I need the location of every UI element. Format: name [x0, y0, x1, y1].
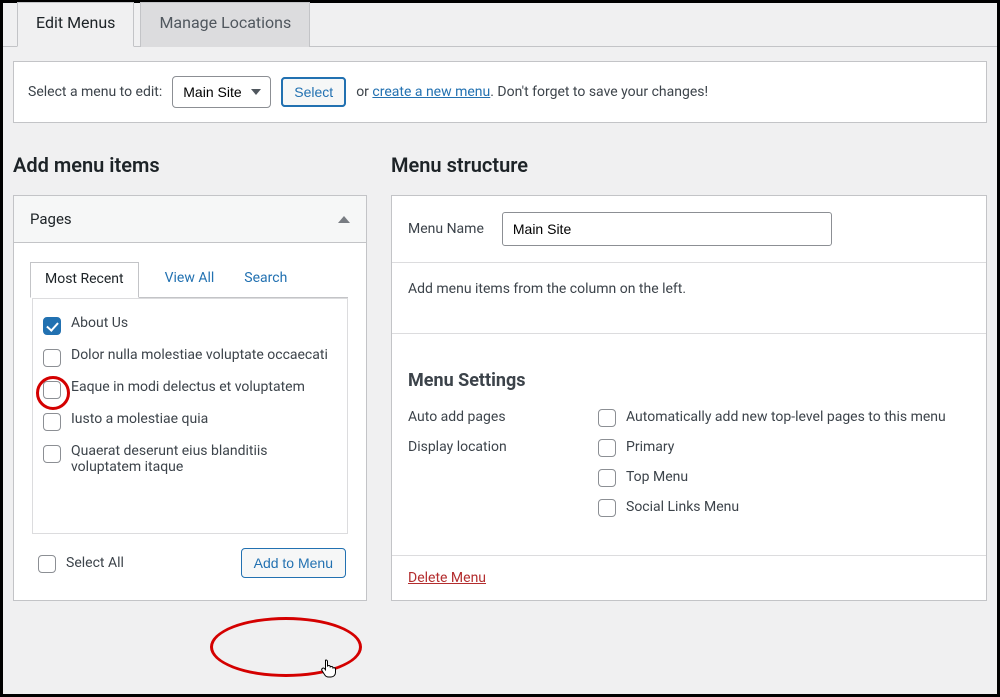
list-item[interactable]: Quaerat deserunt eius blanditiis volupta… — [39, 437, 341, 481]
select-bar-tail: or create a new menu. Don't forget to sa… — [356, 84, 708, 100]
select-all-label: Select All — [66, 555, 124, 571]
page-checkbox[interactable] — [43, 317, 61, 335]
menu-name-label: Menu Name — [408, 221, 484, 237]
menu-select-bar: Select a menu to edit: Main Site Select … — [13, 61, 987, 123]
menu-empty-hint: Add menu items from the column on the le… — [408, 281, 970, 297]
list-item[interactable]: Eaque in modi delectus et voluptatem — [39, 373, 341, 405]
page-checkbox[interactable] — [43, 349, 61, 367]
subtab-search[interactable]: Search — [240, 262, 291, 298]
menu-structure-title: Menu structure — [391, 153, 987, 177]
auto-add-pages-label: Auto add pages — [408, 407, 598, 425]
pages-accordion-header[interactable]: Pages — [14, 196, 366, 243]
annotation-ellipse-icon — [210, 617, 362, 677]
tab-manage-locations[interactable]: Manage Locations — [140, 2, 310, 47]
create-new-menu-link[interactable]: create a new menu — [372, 84, 490, 100]
page-checkbox[interactable] — [43, 381, 61, 399]
menu-name-input[interactable] — [502, 212, 832, 246]
select-menu-label: Select a menu to edit: — [28, 84, 162, 100]
menu-settings-title: Menu Settings — [408, 370, 970, 391]
pages-list[interactable]: About Us Dolor nulla molestiae voluptate… — [32, 298, 348, 534]
subtab-view-all[interactable]: View All — [161, 262, 219, 298]
display-location-label: Display location — [408, 437, 598, 455]
add-menu-items-title: Add menu items — [13, 153, 367, 177]
list-item[interactable]: Dolor nulla molestiae voluptate occaecat… — [39, 341, 341, 373]
pages-accordion: Pages Most Recent View All Search About … — [13, 195, 367, 601]
location-topmenu-checkbox[interactable] — [598, 469, 616, 487]
cursor-hand-icon — [320, 658, 338, 682]
add-to-menu-button[interactable]: Add to Menu — [241, 548, 346, 578]
select-menu-button[interactable]: Select — [281, 77, 346, 107]
auto-add-checkbox[interactable] — [598, 409, 616, 427]
select-all-checkbox[interactable] — [38, 555, 56, 573]
caret-up-icon — [338, 216, 350, 223]
menu-select-dropdown[interactable]: Main Site — [172, 76, 271, 108]
delete-menu-link[interactable]: Delete Menu — [408, 570, 486, 586]
location-social-checkbox[interactable] — [598, 499, 616, 517]
menu-structure-box: Menu Name Add menu items from the column… — [391, 195, 987, 601]
location-primary-checkbox[interactable] — [598, 439, 616, 457]
tab-edit-menus[interactable]: Edit Menus — [17, 2, 134, 47]
list-item[interactable]: Iusto a molestiae quia — [39, 405, 341, 437]
list-item[interactable]: About Us — [39, 309, 341, 341]
pages-subtabs: Most Recent View All Search — [32, 261, 348, 298]
page-checkbox[interactable] — [43, 445, 61, 463]
page-checkbox[interactable] — [43, 413, 61, 431]
subtab-most-recent[interactable]: Most Recent — [30, 262, 139, 298]
